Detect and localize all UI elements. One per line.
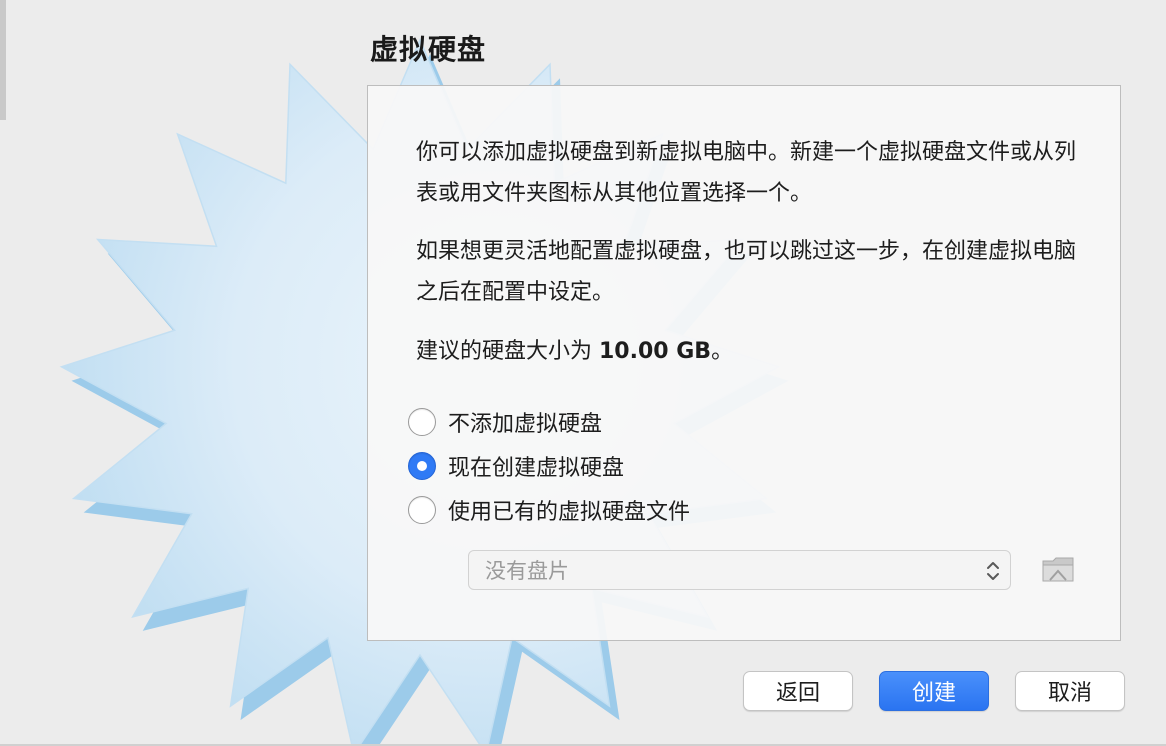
option-create-disk-label: 现在创建虚拟硬盘: [448, 456, 625, 481]
disk-select[interactable]: 没有盘片: [468, 550, 1011, 590]
folder-icon: [1042, 557, 1074, 582]
option-create-disk[interactable]: 现在创建虚拟硬盘: [408, 449, 624, 483]
hint-text: 如果想更灵活地配置虚拟硬盘，也可以跳过这一步，在创建虚拟电脑之后在配置中设定。: [416, 239, 1077, 305]
recommended-size-prefix: 建议的硬盘大小为: [416, 339, 599, 364]
disk-select-value: 没有盘片: [485, 559, 569, 583]
recommended-size-suffix: 。: [711, 339, 734, 364]
radio-selected-dot: [417, 461, 427, 471]
back-button[interactable]: 返回: [743, 671, 853, 711]
option-existing-disk-label: 使用已有的虚拟硬盘文件: [448, 500, 691, 525]
choose-disk-file-button[interactable]: [1040, 552, 1076, 586]
radio-existing-disk[interactable]: [408, 496, 436, 524]
create-button[interactable]: 创建: [879, 671, 989, 711]
recommended-size-text: 建议的硬盘大小为 10.00 GB。: [416, 331, 1076, 372]
option-no-disk[interactable]: 不添加虚拟硬盘: [408, 405, 602, 439]
page-title: 虚拟硬盘: [370, 33, 487, 66]
content-panel: 你可以添加虚拟硬盘到新虚拟电脑中。新建一个虚拟硬盘文件或从列表或用文件夹图标从其…: [367, 85, 1121, 641]
recommended-size-value: 10.00 GB: [599, 339, 712, 364]
chevron-up-down-icon: [987, 562, 999, 580]
option-no-disk-label: 不添加虚拟硬盘: [448, 412, 603, 437]
cancel-button[interactable]: 取消: [1015, 671, 1125, 711]
radio-no-disk[interactable]: [408, 408, 436, 436]
option-existing-disk[interactable]: 使用已有的虚拟硬盘文件: [408, 493, 690, 527]
description-text: 你可以添加虚拟硬盘到新虚拟电脑中。新建一个虚拟硬盘文件或从列表或用文件夹图标从其…: [416, 140, 1077, 206]
radio-create-disk[interactable]: [408, 452, 436, 480]
